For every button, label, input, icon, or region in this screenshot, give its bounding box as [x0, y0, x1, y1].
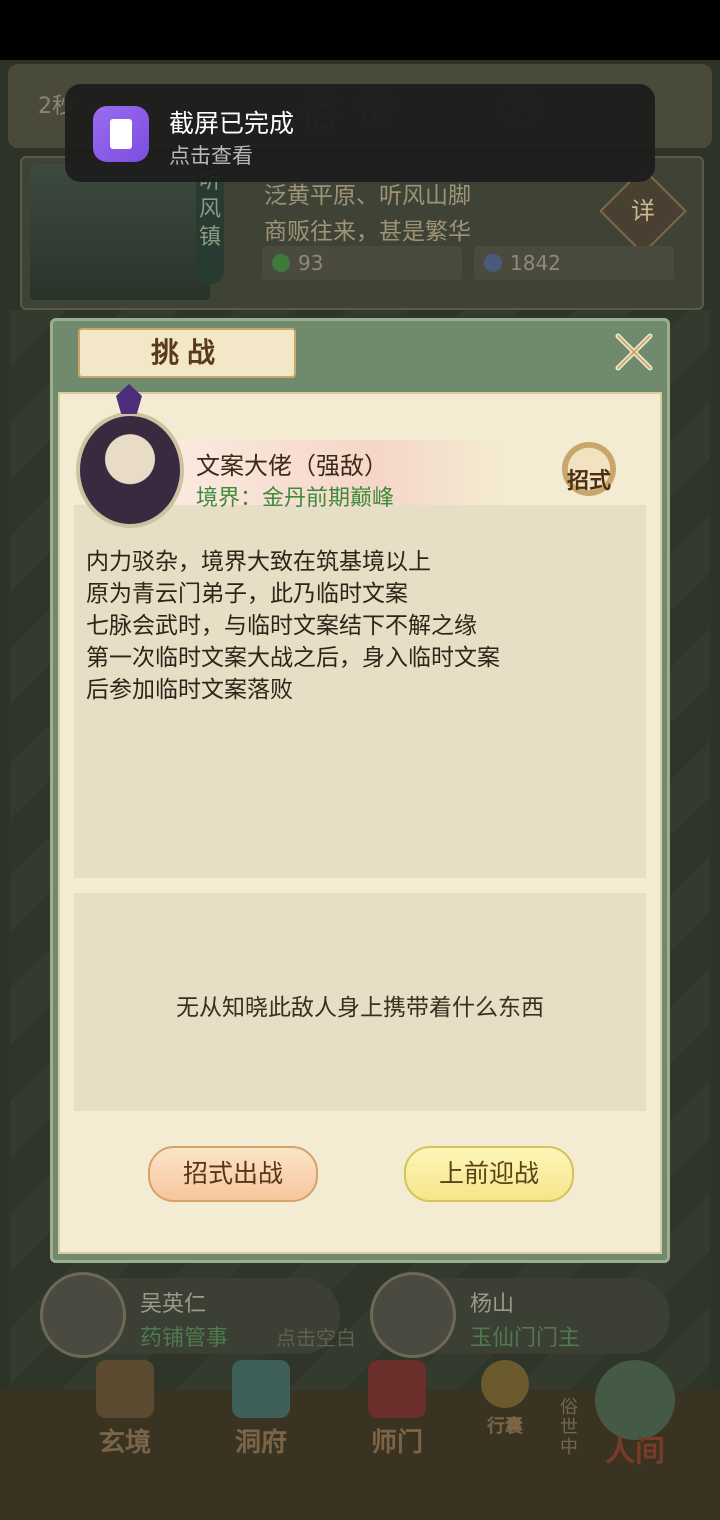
nav-label: 洞府	[234, 1428, 287, 1458]
banner-icon	[368, 1360, 426, 1418]
nav-xingnang[interactable]: 行囊	[460, 1360, 550, 1456]
jade-icon	[272, 254, 290, 272]
enemy-name: 文案大佬（强敌）	[196, 452, 388, 480]
npc-role: 药铺管事	[140, 1326, 229, 1351]
fight-button[interactable]: 上前迎战	[404, 1146, 574, 1202]
stat-coins-value: 1842	[510, 251, 561, 275]
coin-icon	[484, 254, 502, 272]
pavilion-icon	[232, 1360, 290, 1418]
description-line: 第一次临时文案大战之后，身入临时文案	[86, 645, 500, 671]
description-line: 内力驳杂，境界大致在筑基境以上	[86, 549, 431, 575]
screenshot-notification[interactable]: 截屏已完成 点击查看	[65, 84, 655, 182]
nav-label: 师门	[370, 1428, 423, 1458]
gallery-icon	[93, 106, 149, 162]
avatar	[370, 1272, 456, 1358]
nav-dongfu[interactable]: 洞府	[206, 1360, 316, 1458]
bag-icon	[481, 1360, 529, 1408]
scroll-icon	[96, 1360, 154, 1418]
description-line: 原为青云门弟子，此乃临时文案	[86, 581, 408, 607]
npc-name: 杨山	[470, 1292, 515, 1317]
npc-role: 玉仙门门主	[470, 1326, 581, 1351]
town-desc-2: 商贩往来，甚是繁华	[264, 219, 471, 245]
nav-renjian[interactable]: 人间	[570, 1360, 700, 1469]
moves-label: 招式	[566, 469, 611, 494]
notification-subtitle: 点击查看	[169, 144, 253, 168]
tap-blank-hint: 点击空白	[276, 1326, 356, 1350]
town-image	[30, 164, 210, 300]
detail-label: 详	[631, 197, 655, 225]
moves-fight-button[interactable]: 招式出战	[148, 1146, 318, 1202]
nav-xuanjing[interactable]: 玄境	[70, 1360, 180, 1458]
close-icon[interactable]	[612, 330, 656, 374]
description-line: 后参加临时文案落败	[86, 677, 293, 703]
side-tag: 俗世中	[560, 1397, 578, 1458]
enemy-realm: 境界：金丹前期巅峰	[196, 486, 395, 511]
nav-label: 行囊	[487, 1416, 523, 1437]
enemy-avatar	[76, 384, 184, 528]
avatar	[40, 1272, 126, 1358]
nav-label: 人间	[605, 1434, 665, 1469]
nav-label: 玄境	[98, 1428, 151, 1458]
town-name: 听风镇	[196, 168, 224, 284]
moves-button[interactable]: 招式	[562, 442, 616, 496]
loot-text: 无从知晓此敌人身上携带着什么东西	[176, 995, 544, 1021]
npc-name: 吴英仁	[140, 1292, 207, 1317]
nav-shimen[interactable]: 师门	[342, 1360, 452, 1458]
stat-spirit: 93	[262, 246, 462, 280]
stat-spirit-value: 93	[298, 251, 324, 275]
dialog-title: 挑战	[78, 328, 296, 378]
description-line: 七脉会武时，与临时文案结下不解之缘	[86, 613, 477, 639]
stat-coins: 1842	[474, 246, 674, 280]
notification-title: 截屏已完成	[169, 109, 295, 138]
